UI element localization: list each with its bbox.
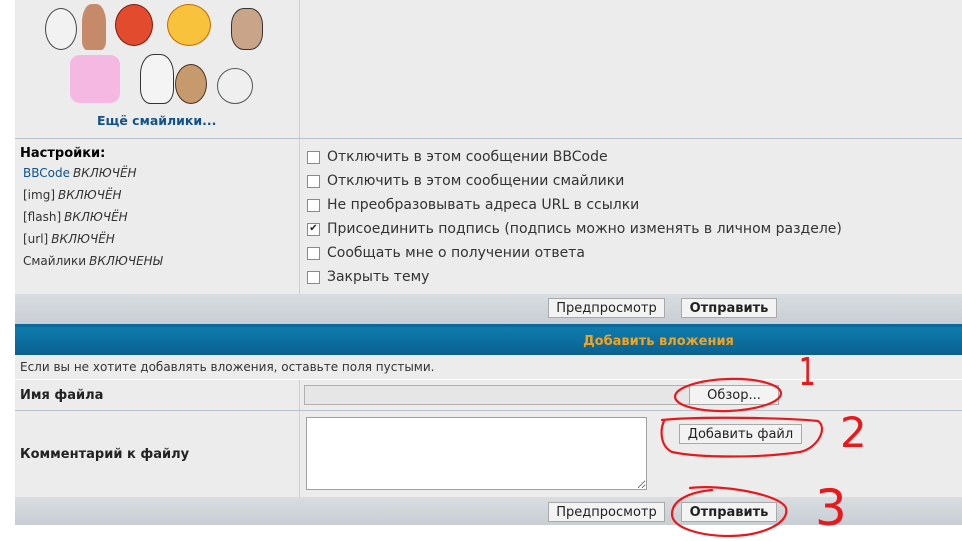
comment-label-cell: Комментарий к файлу (15, 411, 300, 497)
option-label: Присоединить подпись (подпись можно изме… (327, 221, 842, 237)
preview-button-bottom[interactable]: Предпросмотр (548, 502, 665, 522)
option-label: Отключить в этом сообщении BBCode (327, 149, 608, 165)
checkbox-lock-topic[interactable] (307, 270, 320, 284)
flash-status: ВКЛЮЧЁН (64, 210, 128, 224)
submit-button-top[interactable]: Отправить (681, 298, 777, 318)
preview-button-top[interactable]: Предпросмотр (548, 298, 665, 318)
smiley-cry-laugh-icon[interactable] (217, 68, 253, 104)
smiley-dancing-girl-icon[interactable] (70, 55, 120, 103)
smiley-old-man-icon[interactable] (231, 8, 263, 50)
option-attach-signature[interactable]: ✔ Присоединить подпись (подпись можно изм… (307, 219, 842, 239)
settings-smilies: Смайлики ВКЛЮЧЕНЫ (23, 254, 163, 268)
attachments-hint-row: Если вы не хотите добавлять вложения, ос… (15, 355, 962, 379)
smiley-bald-man-icon[interactable] (175, 64, 207, 104)
settings-bbcode: BBCode ВКЛЮЧЁН (23, 166, 137, 180)
filename-label-cell: Имя файла (15, 380, 300, 410)
attachments-heading: Добавить вложения (583, 334, 734, 349)
settings-url: [url] ВКЛЮЧЁН (23, 232, 115, 246)
checkbox-disable-magic-url[interactable] (307, 198, 320, 212)
submit-bar-top (15, 294, 962, 324)
option-label: Сообщать мне о получении ответа (327, 245, 585, 261)
browse-button[interactable]: Обзор... (689, 385, 779, 405)
attachments-hint: Если вы не хотите добавлять вложения, ос… (20, 360, 435, 374)
checkbox-attach-signature[interactable]: ✔ (307, 222, 320, 236)
smiley-girl-icon[interactable] (82, 4, 106, 50)
option-label: Не преобразовывать адреса URL в ссылки (327, 197, 640, 213)
img-status: ВКЛЮЧЁН (58, 188, 122, 202)
smiley-red-monster-icon[interactable] (115, 4, 153, 46)
comment-label: Комментарий к файлу (20, 447, 190, 462)
option-disable-magic-url[interactable]: Не преобразовывать адреса URL в ссылки (307, 195, 639, 215)
smilies-key: Смайлики (23, 254, 87, 268)
url-key: [url] (23, 232, 49, 246)
more-smilies-link[interactable]: Ещё смайлики... (97, 113, 216, 128)
add-file-button[interactable]: Добавить файл (679, 424, 802, 444)
url-status: ВКЛЮЧЁН (51, 232, 115, 246)
smilies-panel: Ещё смайлики... (15, 0, 300, 138)
bbcode-status: ВКЛЮЧЁН (72, 166, 137, 180)
smiley-troll-face-icon[interactable] (45, 8, 77, 50)
bbcode-faq-link[interactable]: BBCode (23, 166, 70, 180)
option-disable-bbcode[interactable]: Отключить в этом сообщении BBCode (307, 147, 608, 167)
smilies-right-area (300, 0, 962, 138)
option-notify[interactable]: Сообщать мне о получении ответа (307, 243, 585, 263)
img-key: [img] (23, 188, 56, 202)
attachments-header: Добавить вложения (15, 324, 962, 357)
settings-title: Настройки: (20, 146, 106, 161)
settings-flash: [flash] ВКЛЮЧЁН (23, 210, 128, 224)
option-disable-smilies[interactable]: Отключить в этом сообщении смайлики (307, 171, 624, 191)
option-label: Отключить в этом сообщении смайлики (327, 173, 625, 189)
option-lock-topic[interactable]: Закрыть тему (307, 267, 429, 287)
checkbox-disable-bbcode[interactable] (307, 150, 320, 164)
posting-form: Ещё смайлики... Настройки: BBCode ВКЛЮЧЁН… (15, 0, 962, 525)
option-label: Закрыть тему (327, 269, 430, 285)
settings-panel: Настройки: BBCode ВКЛЮЧЁН [img] ВКЛЮЧЁН [f… (15, 139, 300, 294)
filename-label: Имя файла (20, 388, 104, 403)
settings-img: [img] ВКЛЮЧЁН (23, 188, 122, 202)
checkbox-notify[interactable] (307, 246, 320, 260)
file-comment-textarea[interactable] (306, 417, 647, 490)
submit-button-bottom[interactable]: Отправить (681, 502, 777, 522)
checkbox-disable-smilies[interactable] (307, 174, 320, 188)
flash-key: [flash] (23, 210, 62, 224)
submit-bar-bottom (15, 497, 962, 525)
smiley-fire-face-icon[interactable] (167, 4, 211, 46)
smiley-long-face-icon[interactable] (140, 54, 174, 104)
smilies-status: ВКЛЮЧЕНЫ (89, 254, 163, 268)
